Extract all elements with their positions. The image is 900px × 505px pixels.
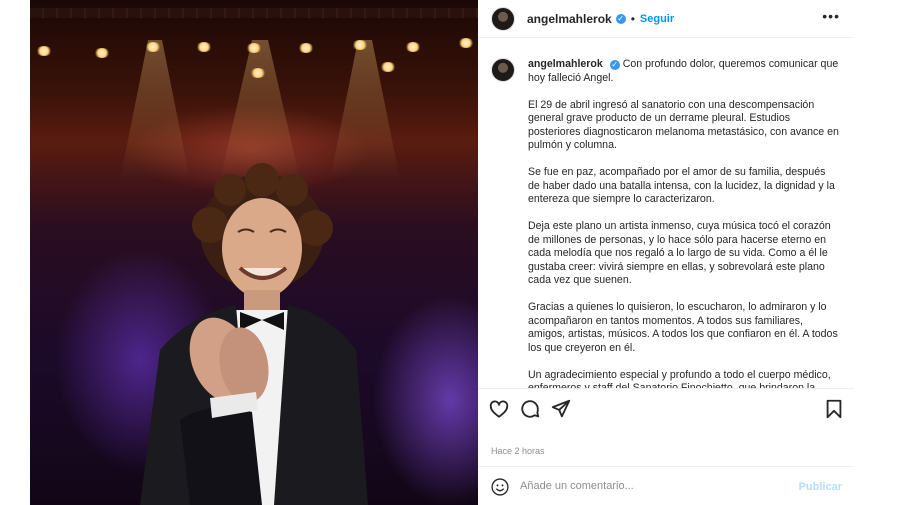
comment-input[interactable] [520,475,790,497]
caption-scroll-area[interactable]: angelmahlerok ✓ Con profundo dolor, quer… [478,40,854,388]
caption-paragraph: El 29 de abril ingresó al sanatorio con … [528,98,839,152]
caption-paragraph: Gracias a quienes lo quisieron, lo escuc… [528,301,838,354]
post-photo[interactable] [30,0,478,505]
avatar[interactable] [491,6,515,31]
bookmark-icon[interactable] [823,398,845,420]
caption-paragraph: angelmahlerok ✓ Con profundo dolor, quer… [528,58,839,84]
emoji-icon[interactable] [490,477,510,497]
caption-paragraph: Se fue en paz, acompañado por el amor de… [528,166,835,205]
performer-figure [140,163,368,505]
share-icon[interactable] [550,398,572,420]
comment-bar: Publicar [478,466,854,505]
verified-badge-icon: ✓ [615,13,626,24]
caption-username[interactable]: angelmahlerok [528,58,603,70]
caption-paragraph: Deja este plano un artista inmenso, cuya… [528,220,831,286]
caption-text: angelmahlerok ✓ Con profundo dolor, quer… [528,58,840,388]
post-timestamp[interactable]: Hace 2 horas [491,446,545,456]
post-panel: angelmahlerok ✓ • Seguir ••• angelmahler… [478,0,854,505]
action-bar [478,388,854,428]
separator-dot: • [630,11,635,26]
username[interactable]: angelmahlerok [527,12,612,26]
verified-badge-icon: ✓ [609,60,620,70]
post-header: angelmahlerok ✓ • Seguir ••• [478,0,854,38]
publish-button[interactable]: Publicar [799,481,842,493]
follow-button[interactable]: Seguir [640,13,674,25]
avatar[interactable] [491,58,515,82]
more-options-icon[interactable]: ••• [822,8,840,24]
caption-paragraph: Un agradecimiento especial y profundo a … [528,368,831,389]
heart-icon[interactable] [488,398,510,420]
comment-icon[interactable] [519,398,541,420]
